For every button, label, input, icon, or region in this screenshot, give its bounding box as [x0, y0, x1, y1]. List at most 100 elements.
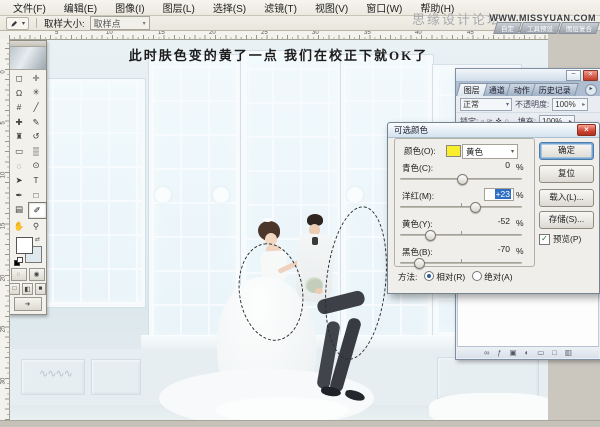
menu-window[interactable]: 窗口(W)	[357, 0, 411, 16]
color-dropdown[interactable]: 黄色 ▾	[462, 144, 518, 159]
yellow-slider[interactable]	[400, 230, 522, 241]
opacity-field[interactable]: 100% ▸	[552, 97, 589, 111]
type-tool[interactable]: T	[28, 173, 45, 188]
load-button[interactable]: 载入(L)...	[539, 189, 594, 207]
spinner-arrow-icon: ▸	[582, 101, 586, 108]
tab-layers[interactable]: 图层	[456, 83, 488, 96]
radio-icon	[472, 271, 483, 281]
brush-tool[interactable]: ✎	[28, 115, 45, 130]
history-brush-tool[interactable]: ↺	[28, 129, 45, 144]
cyan-slider[interactable]	[400, 174, 522, 185]
horizontal-ruler: 5 10 15 20 25 30 35 40 45 50	[9, 30, 548, 40]
menu-image[interactable]: 图像(I)	[106, 0, 153, 16]
layer-style-icon[interactable]: ƒ	[497, 348, 501, 358]
standard-screen-button[interactable]: □	[9, 282, 20, 295]
default-colors-icon[interactable]	[14, 256, 23, 266]
method-row: 方法: 相对(R) 绝对(A)	[398, 271, 513, 283]
save-button[interactable]: 存储(S)...	[539, 211, 594, 229]
notes-tool[interactable]: ▤	[11, 202, 28, 217]
healing-brush-tool[interactable]: ✚	[11, 115, 28, 130]
shape-tool[interactable]: □	[28, 188, 45, 203]
hand-tool[interactable]: ✋	[11, 219, 28, 234]
foreground-color-swatch[interactable]	[16, 236, 33, 254]
palette-menu-button[interactable]: ▸	[585, 84, 597, 96]
method-absolute-radio[interactable]: 绝对(A)	[472, 271, 513, 283]
fullscreen-button[interactable]: ■	[35, 282, 46, 295]
move-tool[interactable]: ✛	[28, 71, 45, 86]
dialog-close-button[interactable]: ×	[577, 124, 596, 136]
standard-mode-button[interactable]: ◌	[10, 267, 27, 281]
checkbox-check-icon: ✓	[539, 233, 550, 245]
dodge-tool[interactable]: ⊙	[28, 159, 45, 174]
toolbox-banner	[9, 47, 46, 70]
well-tab-custom[interactable]: 自定	[493, 22, 522, 34]
bride-tiara	[263, 218, 272, 222]
lace-decor	[347, 187, 363, 203]
palette-close-button[interactable]: ×	[583, 69, 598, 81]
well-tab-tool-presets[interactable]: 工具预设	[519, 22, 561, 34]
link-layers-icon[interactable]: ∞	[484, 348, 489, 358]
ok-button[interactable]: 确定	[539, 142, 594, 160]
swap-colors-icon[interactable]: ⇄	[35, 236, 40, 243]
quick-mask-mode-button[interactable]: ◉	[28, 267, 45, 281]
sample-size-dropdown[interactable]: 取样点 ▾	[89, 16, 150, 30]
eraser-tool[interactable]: ▭	[11, 144, 28, 159]
adjustment-layer-icon[interactable]: ◐	[525, 348, 530, 358]
zoom-tool[interactable]: ⚲	[28, 219, 45, 234]
cyan-value[interactable]: 0	[484, 160, 512, 171]
pen-tool[interactable]: ✒	[11, 188, 28, 203]
menu-file[interactable]: 文件(F)	[4, 0, 55, 16]
tab-history[interactable]: 历史记录	[531, 83, 579, 96]
magic-wand-tool[interactable]: ✳	[28, 86, 45, 101]
imageready-row: ➔	[9, 296, 46, 314]
path-selection-tool[interactable]: ➤	[11, 173, 28, 188]
color-swatches: ⇄	[13, 236, 42, 266]
new-layer-icon[interactable]: □	[552, 348, 557, 358]
black-value[interactable]: -70	[484, 244, 512, 255]
dress-hem-lace	[215, 397, 349, 420]
palette-well: 自定 工具预设 图层复合	[493, 22, 600, 34]
radio-selected-icon	[424, 271, 435, 281]
menu-layer[interactable]: 图层(L)	[154, 0, 204, 16]
menu-filter[interactable]: 滤镜(T)	[255, 0, 306, 16]
blend-mode-dropdown[interactable]: 正常 ▾	[460, 97, 512, 111]
dialog-title-bar[interactable]: 可选颜色 ×	[388, 123, 599, 138]
fullscreen-menubar-button[interactable]: ◧	[22, 282, 33, 295]
menu-view[interactable]: 视图(V)	[306, 0, 357, 16]
molding-decor: ∿∿∿∿	[39, 368, 73, 380]
delete-layer-icon[interactable]: ▥	[565, 348, 572, 358]
palette-minimize-button[interactable]: –	[566, 69, 581, 81]
opacity-label: 不透明度:	[515, 99, 550, 109]
slice-tool[interactable]: ╱	[28, 100, 45, 115]
palette-title-bar[interactable]: – ×	[456, 69, 600, 82]
vertical-ruler: 0 5 10 15 20 25 30 35	[0, 39, 10, 420]
method-relative-radio[interactable]: 相对(R)	[424, 271, 465, 283]
layer-mask-icon[interactable]: ▣	[510, 348, 517, 358]
lasso-tool[interactable]: Ω	[11, 86, 28, 101]
preview-checkbox[interactable]: ✓ 预览(P)	[539, 233, 581, 245]
crop-tool[interactable]: #	[11, 100, 28, 115]
layer-group-icon[interactable]: ▭	[537, 348, 544, 358]
blur-tool[interactable]: ◌	[11, 159, 28, 174]
gradient-tool[interactable]: ▒	[28, 144, 45, 159]
palette-bottom-bar: ∞ ƒ ▣ ◐ ▭ □ ▥	[457, 346, 599, 358]
magenta-value[interactable]: +23	[484, 188, 514, 201]
menu-edit[interactable]: 编辑(E)	[55, 0, 106, 16]
dialog-title: 可选颜色	[394, 125, 429, 135]
rectangular-marquee-tool[interactable]: ◻	[11, 71, 28, 86]
tool-preset-arrow-icon: ▾	[22, 20, 26, 27]
dropdown-arrow-icon: ▾	[510, 149, 514, 155]
groom-hand	[315, 288, 323, 294]
groom-shirt-detail	[312, 237, 318, 245]
black-slider[interactable]	[400, 258, 522, 269]
clone-stamp-tool[interactable]: ♜	[11, 129, 28, 144]
active-tool-button[interactable]: ▾	[6, 16, 30, 30]
eyedropper-tool[interactable]: ✐	[27, 202, 47, 219]
menu-select[interactable]: 选择(S)	[204, 0, 255, 16]
yellow-value[interactable]: -52	[484, 216, 512, 227]
magenta-slider[interactable]	[400, 202, 522, 213]
reset-button[interactable]: 复位	[539, 165, 594, 183]
sample-size-label: 取样大小:	[44, 19, 85, 30]
jump-to-imageready-button[interactable]: ➔	[13, 296, 42, 311]
well-tab-layer-comps[interactable]: 图层复合	[558, 22, 600, 34]
